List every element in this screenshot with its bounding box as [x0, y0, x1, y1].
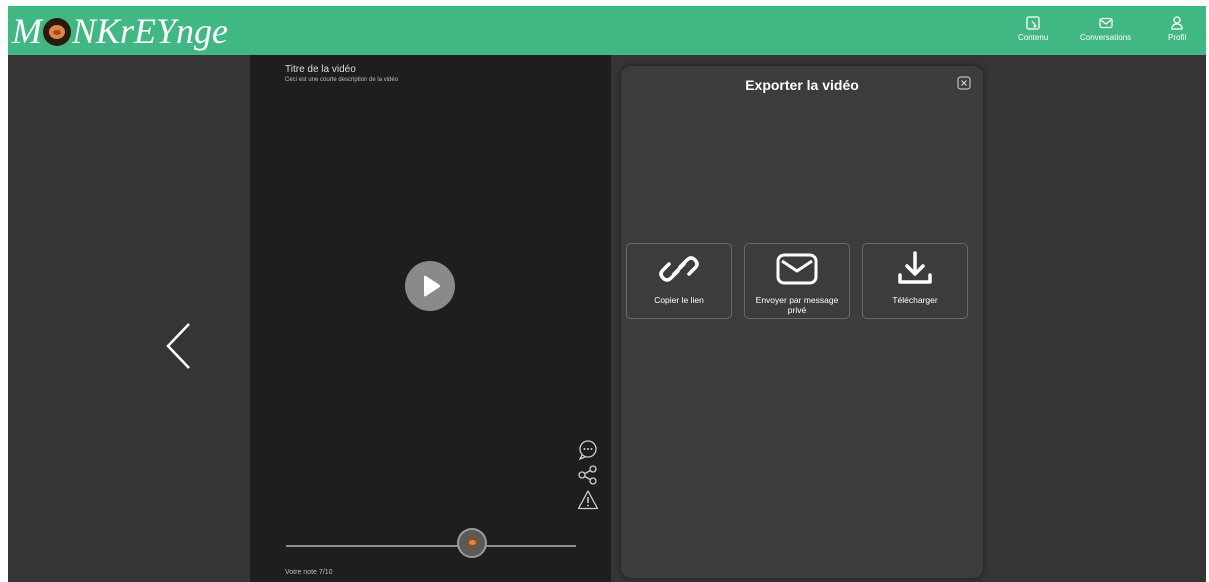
video-player: Titre de la vidéo Ceci est une courte de… — [250, 55, 611, 582]
comment-icon — [578, 440, 597, 461]
top-navbar: M NKrEYnge Contenu Conversations Profil — [8, 6, 1206, 55]
comments-button[interactable] — [577, 439, 599, 461]
send-private-message-option[interactable]: Envoyer par message privé — [744, 243, 850, 319]
logo-text-end: NKrEYnge — [72, 11, 229, 51]
nav-label-profil: Profil — [1168, 33, 1187, 42]
nav-contenu[interactable]: Contenu — [1018, 15, 1048, 42]
monkey-logo-icon — [43, 18, 71, 46]
close-icon — [957, 76, 971, 90]
envelope-icon — [1098, 17, 1113, 29]
chevron-left-icon — [166, 323, 190, 369]
nav-label-conversations: Conversations — [1080, 33, 1132, 42]
play-button[interactable] — [405, 261, 455, 311]
report-button[interactable] — [577, 489, 599, 511]
video-actions — [577, 439, 601, 514]
app-frame: M NKrEYnge Contenu Conversations Profil — [0, 0, 1209, 582]
envelope-icon — [776, 253, 818, 285]
nav-profil[interactable]: Profil — [1168, 15, 1186, 42]
video-title: Titre de la vidéo — [285, 64, 356, 75]
nav-conversations[interactable]: Conversations — [1080, 15, 1131, 42]
send-message-label: Envoyer par message privé — [755, 295, 839, 315]
copy-link-label: Copier le lien — [654, 295, 704, 305]
download-label: Télécharger — [892, 295, 938, 305]
rating-label: Votre note 7/10 — [285, 569, 333, 576]
user-icon — [1171, 16, 1183, 30]
rating-slider-track[interactable] — [286, 545, 576, 547]
export-video-modal: Exporter la vidéo Copier le lien Envoyer… — [621, 66, 983, 578]
download-option[interactable]: Télécharger — [862, 243, 968, 319]
content-icon — [1026, 16, 1040, 30]
share-icon — [578, 465, 597, 485]
play-icon — [424, 275, 440, 297]
download-icon — [898, 251, 932, 284]
link-icon — [659, 256, 699, 282]
share-button[interactable] — [577, 464, 599, 486]
copy-link-option[interactable]: Copier le lien — [626, 243, 732, 319]
close-button[interactable] — [957, 76, 971, 90]
warning-icon — [577, 490, 599, 510]
modal-title: Exporter la vidéo — [745, 77, 859, 93]
main-area: Titre de la vidéo Ceci est une courte de… — [8, 55, 1206, 582]
app-logo[interactable]: M NKrEYnge — [12, 9, 228, 51]
nav-label-contenu: Contenu — [1018, 33, 1049, 42]
video-description: Ceci est une courte description de la vi… — [285, 77, 399, 83]
logo-text-start: M — [12, 11, 42, 51]
previous-video-button[interactable] — [164, 321, 194, 376]
rating-slider-thumb[interactable] — [457, 528, 487, 558]
